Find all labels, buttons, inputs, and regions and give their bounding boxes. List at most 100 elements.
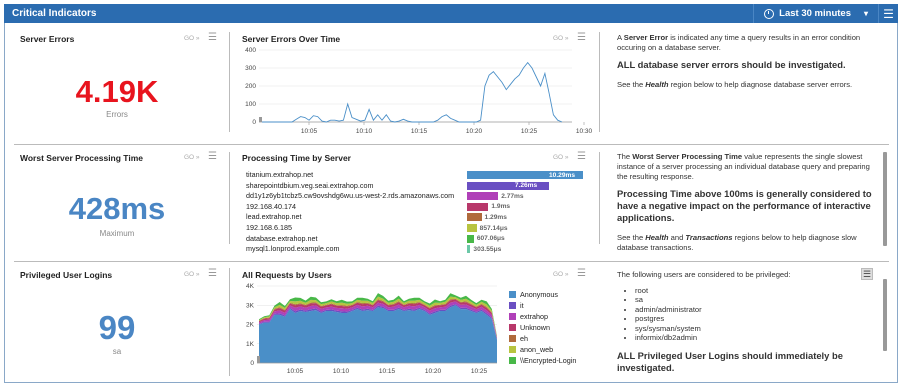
bar-value-label: 303.55μs: [473, 245, 502, 253]
dashboard-title: Critical Indicators: [12, 8, 97, 19]
privileged-users-info: The following users are considered to be…: [617, 270, 867, 383]
go-link[interactable]: GO »: [553, 154, 569, 161]
legend-label: extrahop: [520, 312, 548, 321]
x-tick-label: 10:20: [425, 368, 442, 375]
x-tick-label: 10:10: [333, 368, 350, 375]
x-tick-label: 10:30: [576, 128, 593, 135]
legend-swatch: [509, 357, 516, 364]
server-name-label[interactable]: dd1y1z6yb1tcbz5.cw9ovshdg6wu.us-west-2.r…: [246, 191, 454, 200]
go-link[interactable]: GO »: [553, 271, 569, 278]
widget-menu-icon[interactable]: ☰: [208, 152, 217, 162]
privileged-user-item: admin/administrator: [635, 305, 867, 314]
legend-label: eh: [520, 334, 528, 343]
legend-label: it: [520, 301, 524, 310]
y-tick-label: 300: [245, 65, 256, 72]
legend-item[interactable]: eh: [509, 334, 528, 343]
widget-menu-icon[interactable]: ☰: [208, 33, 217, 43]
go-link[interactable]: GO »: [184, 154, 200, 161]
go-link[interactable]: GO »: [184, 35, 200, 42]
privileged-user-item: sys/sysman/system: [635, 324, 867, 333]
bar-value-label: 607.06μs: [476, 235, 505, 243]
legend-swatch: [509, 324, 516, 331]
bar[interactable]: [467, 202, 489, 211]
bar[interactable]: [467, 245, 471, 254]
widget-menu-icon[interactable]: ☰: [208, 269, 217, 279]
bar-value-label: 1.29ms: [484, 213, 507, 221]
hamburger-icon: ☰: [883, 6, 894, 21]
legend-swatch: [509, 335, 516, 342]
server-errors-info: A Server Error is indicated any time a q…: [617, 33, 875, 96]
server-errors-sublabel: Errors: [106, 110, 128, 119]
go-link[interactable]: GO »: [184, 271, 200, 278]
x-tick-label: 10:20: [466, 128, 483, 135]
widget-menu-icon[interactable]: ☰: [577, 269, 586, 279]
y-tick-label: 0: [250, 360, 254, 367]
privileged-user-item: informix/db2admin: [635, 333, 867, 342]
legend-swatch: [509, 313, 516, 320]
y-tick-label: 400: [245, 47, 256, 54]
server-errors-guidance: ALL database server errors should be inv…: [617, 59, 846, 70]
x-tick-label: 10:05: [287, 368, 304, 375]
requests-by-users-title: All Requests by Users: [242, 270, 332, 280]
legend-item[interactable]: Unknown: [509, 323, 550, 332]
y-tick-label: 2K: [246, 322, 255, 329]
requests-by-users-area-chart: 01K2K3K4K10:0510:1010:1510:2010:2510:30: [246, 283, 497, 375]
y-tick-label: 200: [245, 83, 256, 90]
divider: [229, 32, 230, 132]
divider: [229, 152, 230, 244]
legend-item[interactable]: it: [509, 301, 524, 310]
server-errors-title: Server Errors: [20, 34, 75, 44]
bar-value-label: 1.9ms: [491, 203, 511, 211]
worst-processing-value: 428ms: [68, 191, 166, 226]
clock-icon: [764, 8, 775, 19]
divider: [14, 144, 889, 145]
server-name-label[interactable]: 192.168.40.174: [246, 202, 296, 211]
processing-time-info: The Worst Server Processing Time value r…: [617, 152, 879, 259]
legend-swatch: [509, 346, 516, 353]
privileged-user-item: sa: [635, 295, 867, 304]
server-errors-line-chart: 0 100 200 300 400 10:05 10:10 10:15 10:20 10:25 10…: [245, 47, 593, 135]
x-tick-label: 10:25: [471, 368, 488, 375]
bar[interactable]: [467, 234, 474, 243]
y-tick-label: 3K: [246, 302, 255, 309]
bar[interactable]: [467, 213, 482, 222]
legend-label: Unknown: [520, 323, 550, 332]
scrollbar[interactable]: [883, 279, 887, 351]
bar-value-label: 10.29ms: [549, 171, 576, 179]
time-range-label: Last 30 minutes: [779, 8, 851, 19]
header-menu-button[interactable]: ☰: [878, 4, 898, 23]
bar[interactable]: [467, 192, 499, 201]
widget-menu-icon[interactable]: ☰: [577, 33, 586, 43]
server-name-label[interactable]: database.extrahop.net: [246, 234, 318, 243]
bar[interactable]: [467, 224, 477, 232]
server-name-label[interactable]: titanium.extrahop.net: [246, 170, 313, 179]
legend-item[interactable]: anon_web: [509, 345, 553, 354]
legend-item[interactable]: extrahop: [509, 312, 548, 321]
legend-label: \\Encrypted-Login: [520, 356, 577, 365]
legend-label: Anonymous: [520, 290, 558, 299]
y-tick-label: 0: [252, 119, 256, 126]
server-name-label[interactable]: sharepointdbium.veg.seai.extrahop.com: [246, 181, 373, 190]
server-name-label[interactable]: 192.168.6.185: [246, 223, 292, 232]
legend-label: anon_web: [520, 345, 554, 354]
privileged-logins-guidance: ALL Privileged User Logins should immedi…: [617, 350, 843, 374]
scrollbar[interactable]: [883, 152, 887, 246]
legend-item[interactable]: Anonymous: [509, 290, 558, 299]
server-errors-chart-title: Server Errors Over Time: [242, 34, 341, 44]
processing-time-chart-title: Processing Time by Server: [242, 153, 351, 163]
privileged-user-item: root: [635, 286, 867, 295]
legend-item[interactable]: \\Encrypted-Login: [509, 356, 576, 365]
divider: [14, 261, 889, 262]
privileged-user-item: postgres: [635, 314, 867, 323]
time-range-selector[interactable]: Last 30 minutes ▾: [753, 4, 878, 23]
bar-value-label: 2.77ms: [501, 192, 524, 200]
server-name-label[interactable]: mysql1.lonprod.example.com: [246, 244, 339, 253]
server-name-label[interactable]: lead.extrahop.net: [246, 212, 302, 221]
widget-menu-icon[interactable]: ☰: [577, 152, 586, 162]
divider: [599, 152, 600, 244]
dashboard-header: Critical Indicators Last 30 minutes ▾ ☰: [4, 4, 898, 23]
x-tick-label: 10:15: [379, 368, 396, 375]
series-area: [259, 305, 497, 363]
go-link[interactable]: GO »: [553, 35, 569, 42]
y-tick-label: 4K: [246, 283, 255, 290]
